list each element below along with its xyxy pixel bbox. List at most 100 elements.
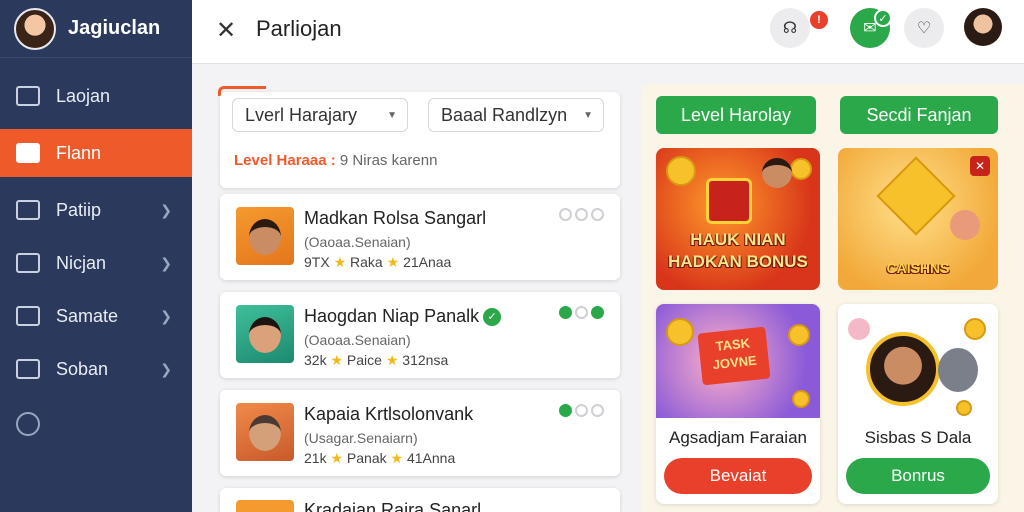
close-icon[interactable]: ✕ — [216, 16, 236, 45]
sidebar-item-flann[interactable]: Flann — [0, 129, 192, 177]
sidebar-item-nicjan[interactable]: Nicjan ❯ — [0, 239, 192, 287]
reward-card[interactable]: TASK JOVNE Agsadjam Faraian Bevaiat — [656, 304, 820, 504]
star-icon: ★ — [385, 352, 399, 368]
stat-label: Panak — [346, 450, 387, 466]
mascot-icon — [938, 348, 978, 392]
chevron-down-icon: ▼ — [387, 109, 397, 121]
clock-icon[interactable] — [16, 412, 40, 436]
item-subtitle: (Usagar.Senaiarn) — [304, 430, 418, 446]
filter-panel: Lverl Harajary ▼ Baaal Randlzyn ▼ Level … — [220, 92, 620, 188]
verified-icon: ✓ — [483, 308, 502, 327]
promo-line-1: HAUK NIAN — [690, 230, 786, 249]
check-icon: ✓ — [874, 9, 892, 27]
notification-badge: ! — [810, 11, 828, 29]
item-name: Madkan Rolsa Sangarl — [304, 208, 487, 228]
stat-count: 21k — [304, 450, 327, 466]
coin-icon — [792, 390, 810, 408]
level-button[interactable]: Level Harolay — [656, 96, 816, 134]
list-item[interactable]: Haogdan Niap Panalk ✓ (Oaoaa.Senaian) 32k… — [220, 292, 620, 378]
list-item[interactable]: Madkan Rolsa Sangarl (Oaoaa.Senaian) 9TX… — [220, 194, 620, 280]
sort-dropdown[interactable]: Baaal Randlzyn ▼ — [428, 98, 604, 132]
stat-value: 312nsa — [402, 352, 449, 368]
reward-caption: Agsadjam Faraian — [669, 428, 807, 447]
stat-label: Raka — [350, 254, 383, 270]
chevron-right-icon: ❯ — [160, 360, 172, 377]
coin-icon — [666, 156, 696, 186]
level-label: Level Haraaa : — [234, 152, 336, 169]
item-stats: 32k ★ Paice ★ 312nsa — [304, 352, 448, 369]
item-name: Kapaia Krtlsolonvank — [304, 404, 474, 424]
list-icon — [16, 359, 40, 379]
coin-icon — [964, 318, 986, 340]
star-icon: ★ — [390, 450, 404, 466]
status-dot — [591, 404, 604, 417]
sidebar-item-patiip[interactable]: Patiip ❯ — [0, 186, 192, 234]
page-title: Parliojan — [256, 16, 342, 41]
item-subtitle: (Oaoaa.Senaian) — [304, 332, 411, 348]
item-stats: 21k ★ Panak ★ 41Anna — [304, 450, 455, 467]
star-icon: ★ — [330, 450, 344, 466]
promo-tile-bonus[interactable]: HAUK NIAN HADKAN BONUS — [656, 148, 820, 290]
coin-icon — [666, 318, 694, 346]
favorites-button[interactable]: ♡ — [904, 8, 944, 48]
status-dots — [559, 306, 604, 319]
gamepad-icon — [16, 143, 40, 163]
star-icon: ★ — [333, 254, 347, 270]
status-dot — [591, 208, 604, 221]
level-dropdown[interactable]: Lverl Harajary ▼ — [232, 98, 408, 132]
headset-icon: ☊ — [782, 20, 798, 37]
status-dots — [559, 404, 604, 417]
status-dot — [575, 306, 588, 319]
checkbox-icon — [16, 200, 40, 220]
promo-badge: TASK JOVNE — [697, 326, 771, 386]
avatar[interactable] — [14, 7, 56, 50]
level-value: 9 Niras karenn — [339, 152, 438, 169]
character-portrait — [866, 332, 940, 406]
rocket-icon — [16, 306, 40, 326]
bonus-button[interactable]: Bonrus — [846, 458, 990, 494]
sidebar-header: Jagiuclan — [0, 0, 192, 58]
promo-label: CAISHNS — [886, 260, 950, 276]
sidebar-item-samate[interactable]: Samate ❯ — [0, 292, 192, 340]
star-icon: ★ — [330, 352, 344, 368]
promo-tile-cashins[interactable]: ✕ CAISHNS — [838, 148, 998, 290]
coin-icon — [956, 400, 972, 416]
item-subtitle: (Oaoaa.Senaian) — [304, 234, 411, 250]
promo-badge-line-2: JOVNE — [711, 352, 758, 373]
promo-line-2: HADKAN BONUS — [668, 252, 808, 271]
dropdown-value: Baaal Randlzyn — [441, 104, 568, 125]
chevron-down-icon: ▼ — [583, 109, 593, 121]
chevron-right-icon: ❯ — [160, 201, 172, 218]
level-summary: Level Haraaa : 9 Niras karenn — [234, 152, 437, 169]
item-name: Kradaian Raira Sanarl — [304, 500, 482, 512]
reward-action-button[interactable]: Bevaiat — [664, 458, 812, 494]
star-box-icon — [706, 178, 752, 224]
chevron-right-icon: ❯ — [160, 307, 172, 324]
player-thumbnail — [236, 305, 294, 363]
user-avatar[interactable] — [964, 8, 1002, 46]
heart-icon: ♡ — [916, 20, 932, 37]
secondary-button[interactable]: Secdi Fanjan — [840, 96, 998, 134]
status-dot — [591, 306, 604, 319]
sidebar-item-label: Samate — [56, 305, 119, 326]
reward-card[interactable]: Sisbas S Dala Bonrus — [838, 304, 998, 504]
rewards-panel: Level Harolay Secdi Fanjan HAUK NIAN HAD… — [642, 84, 1024, 512]
headset-button[interactable]: ☊ — [770, 8, 810, 48]
sidebar-item-laojan[interactable]: Laojan — [0, 72, 192, 120]
close-icon[interactable]: ✕ — [970, 156, 990, 176]
list-item[interactable]: Kradaian Raira Sanarl — [220, 488, 620, 512]
stat-count: 9TX — [304, 254, 330, 270]
status-dot — [559, 208, 572, 221]
status-dot — [575, 404, 588, 417]
sidebar-item-soban[interactable]: Soban ❯ — [0, 345, 192, 393]
bear-icon — [950, 210, 980, 240]
item-name: Haogdan Niap Panalk ✓ — [304, 306, 502, 327]
top-bar: ✕ Parliojan ☊ ! ✉ ✓ ♡ — [192, 0, 1024, 64]
stat-count: 32k — [304, 352, 327, 368]
reward-image — [838, 304, 998, 418]
sidebar-item-label: Patiip — [56, 199, 102, 220]
stat-label: Paice — [346, 352, 382, 368]
list-item[interactable]: Kapaia Krtlsolonvank (Usagar.Senaiarn) 2… — [220, 390, 620, 476]
chevron-right-icon: ❯ — [160, 254, 172, 271]
status-dot — [575, 208, 588, 221]
